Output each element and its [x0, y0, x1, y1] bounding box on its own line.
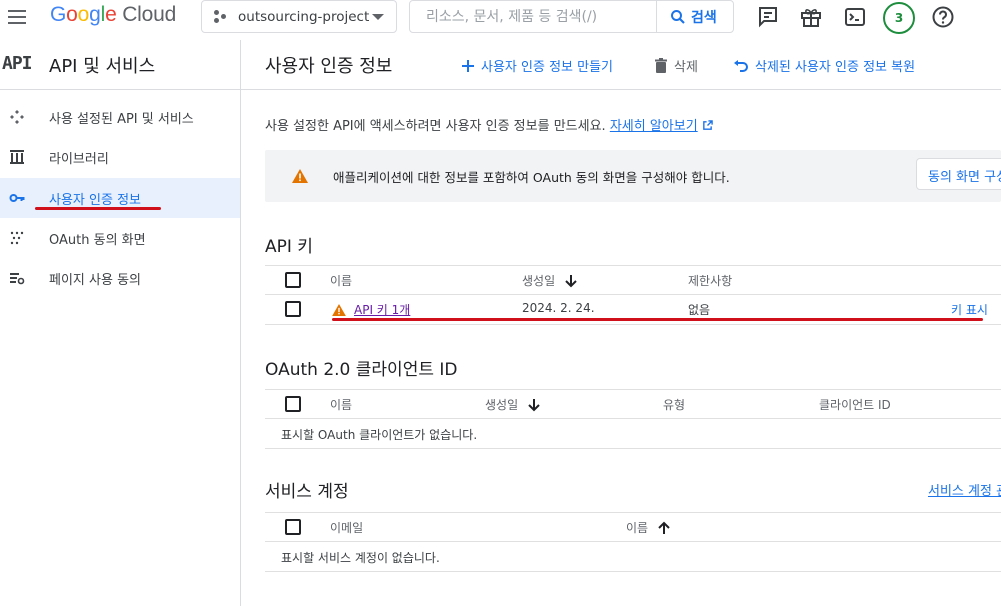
- show-key-link[interactable]: 키 표시: [951, 301, 988, 318]
- undo-icon: [734, 59, 748, 72]
- select-all-checkbox[interactable]: [285, 519, 301, 535]
- empty-row: 표시할 OAuth 클라이언트가 없습니다.: [265, 419, 1001, 449]
- main-content: 사용자 인증 정보 사용자 인증 정보 만들기 삭제 삭제된 사용자 인증 정보…: [241, 40, 1001, 606]
- create-credentials-button[interactable]: 사용자 인증 정보 만들기: [461, 56, 613, 75]
- intro-text: 사용 설정한 API에 액세스하려면 사용자 인증 정보를 만드세요. 자세히 …: [265, 115, 713, 134]
- google-cloud-logo[interactable]: Google Cloud: [50, 3, 176, 27]
- sidebar-item-page-usage[interactable]: 페이지 사용 동의: [0, 258, 240, 298]
- project-name: outsourcing-project: [238, 8, 370, 25]
- sort-name-header[interactable]: 이름: [626, 519, 670, 536]
- notifications-badge[interactable]: 3: [883, 2, 915, 34]
- sidebar-item-credentials[interactable]: 사용자 인증 정보: [0, 178, 240, 218]
- oauth-consent-icon: [10, 231, 24, 245]
- sidebar-title: API 및 서비스: [49, 56, 156, 77]
- top-bar: Google Cloud outsourcing-project 검색 3: [0, 0, 1001, 36]
- created-date: 2024. 2. 24.: [522, 301, 595, 315]
- annotation-underline: [35, 207, 161, 210]
- sidebar-header: API API 및 서비스: [0, 40, 240, 90]
- warning-icon: [332, 303, 346, 316]
- enabled-apis-icon: [10, 110, 24, 124]
- restrictions-value: 없음: [688, 303, 711, 317]
- oauth-warning-banner: 애플리케이션에 대한 정보를 포함하여 OAuth 동의 화면을 구성해야 합니…: [265, 150, 1001, 202]
- learn-more-link[interactable]: 자세히 알아보기: [610, 119, 698, 134]
- select-all-checkbox[interactable]: [285, 272, 301, 288]
- trash-icon: [655, 58, 667, 73]
- external-link-icon: [702, 120, 713, 130]
- warning-icon: [292, 169, 308, 183]
- search-icon: [671, 9, 685, 24]
- page-title: 사용자 인증 정보: [265, 56, 393, 77]
- table-header: 이메일 이름: [265, 512, 1001, 542]
- table-header: 이름 생성일 유형 클라이언트 ID: [265, 389, 1001, 419]
- oauth-clients-table: 이름 생성일 유형 클라이언트 ID 표시할 OAuth 클라이언트가 없습니다…: [265, 389, 1001, 449]
- page-usage-icon: [10, 273, 25, 285]
- arrow-up-icon: [658, 521, 670, 534]
- service-accounts-title: 서비스 계정: [265, 482, 349, 502]
- restore-credentials-button[interactable]: 삭제된 사용자 인증 정보 복원: [733, 56, 915, 75]
- sort-created-header[interactable]: 생성일: [522, 272, 577, 289]
- arrow-down-icon: [565, 274, 577, 287]
- annotation-underline: [332, 318, 983, 321]
- sidebar: API API 및 서비스 사용 설정된 API 및 서비스 라이브러리 사용자…: [0, 40, 241, 606]
- project-dots-icon: [214, 9, 228, 24]
- sort-created-header[interactable]: 생성일: [485, 396, 540, 413]
- search-box: 검색: [409, 0, 734, 33]
- feedback-icon[interactable]: [756, 5, 780, 29]
- search-button[interactable]: 검색: [656, 1, 734, 32]
- terminal-icon[interactable]: [843, 5, 867, 29]
- library-icon: [10, 150, 24, 164]
- api-keys-table: 이름 생성일 제한사항 API 키 1개 2024. 2. 24. 없음 키 표…: [265, 265, 1001, 325]
- project-selector[interactable]: outsourcing-project: [201, 0, 397, 33]
- gift-icon[interactable]: [799, 5, 823, 29]
- table-header: 이름 생성일 제한사항: [265, 265, 1001, 295]
- select-all-checkbox[interactable]: [285, 396, 301, 412]
- api-glyph-icon: API: [2, 53, 32, 74]
- oauth-clients-title: OAuth 2.0 클라이언트 ID: [265, 360, 458, 380]
- dropdown-caret-icon: [372, 14, 384, 20]
- sidebar-item-library[interactable]: 라이브러리: [0, 137, 240, 177]
- delete-button[interactable]: 삭제: [654, 56, 698, 75]
- row-checkbox[interactable]: [285, 301, 301, 317]
- api-keys-title: API 키: [265, 237, 313, 257]
- sidebar-item-enabled-apis[interactable]: 사용 설정된 API 및 서비스: [0, 97, 240, 137]
- empty-row: 표시할 서비스 계정이 없습니다.: [265, 542, 1001, 572]
- service-accounts-table: 이메일 이름 표시할 서비스 계정이 없습니다.: [265, 512, 1001, 572]
- plus-icon: [462, 59, 474, 72]
- page-header: 사용자 인증 정보 사용자 인증 정보 만들기 삭제 삭제된 사용자 인증 정보…: [241, 40, 1001, 90]
- manage-service-accounts-link[interactable]: 서비스 계정 관리: [928, 480, 1001, 499]
- sidebar-item-oauth-consent[interactable]: OAuth 동의 화면: [0, 218, 240, 258]
- key-icon: [9, 194, 25, 202]
- api-key-name-link[interactable]: API 키 1개: [354, 301, 410, 318]
- menu-icon[interactable]: [8, 6, 30, 28]
- configure-consent-button[interactable]: 동의 화면 구성: [916, 158, 1001, 190]
- help-icon[interactable]: [931, 5, 955, 29]
- search-input[interactable]: [410, 1, 656, 32]
- arrow-down-icon: [528, 398, 540, 411]
